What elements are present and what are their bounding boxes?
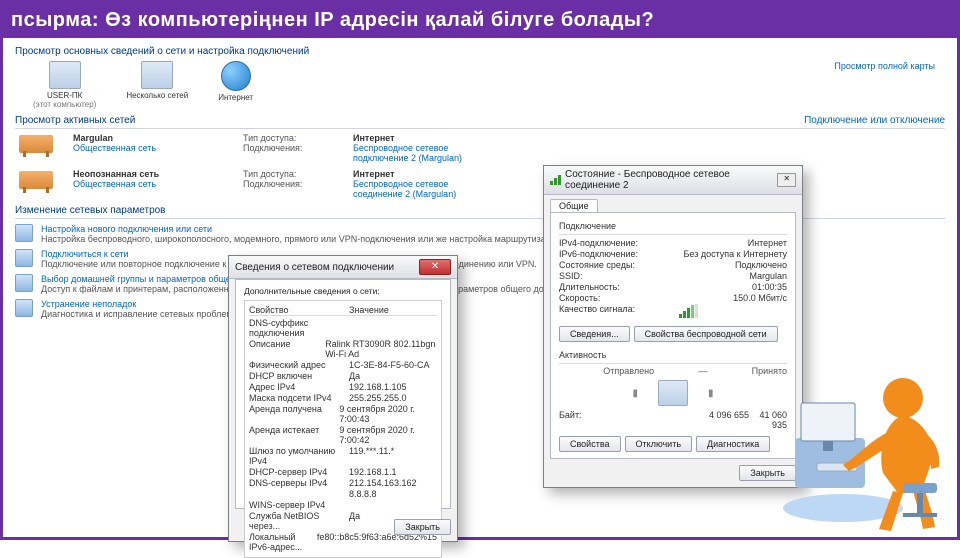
troubleshoot-icon [15, 299, 33, 317]
page-title: Просмотр основных сведений о сети и наст… [15, 46, 945, 57]
map-router: Несколько сетей [126, 61, 188, 100]
details-title: Сведения о сетевом подключении [235, 262, 394, 273]
status-row: IPv6-подключение:Без доступа к Интернету [559, 249, 787, 259]
close-button[interactable]: ✕ [419, 259, 451, 275]
network-center-window: Просмотр основных сведений о сети и наст… [3, 38, 957, 327]
connection-link-1[interactable]: Беспроводное сетевое подключение 2 (Marg… [353, 143, 462, 163]
details-row: Маска подсети IPv4255.255.255.0 [249, 393, 437, 403]
activity-icon [658, 380, 688, 406]
details-row: DNS-суффикс подключения [249, 318, 437, 338]
arrow-recv-icon: ▮ [708, 388, 714, 399]
map-internet: Интернет [218, 61, 253, 102]
status-row: IPv4-подключение:Интернет [559, 238, 787, 248]
details-row: ОписаниеRalink RT3090R 802.11bgn Wi-Fi A… [249, 339, 437, 359]
status-row: Скорость:150.0 Мбит/с [559, 293, 787, 303]
homegroup-icon [15, 274, 33, 292]
details-subtitle: Дополнительные сведения о сети: [244, 286, 442, 296]
router-icon [141, 61, 173, 89]
details-row: DNS-серверы IPv4212.154.163.162 [249, 478, 437, 488]
network-details-dialog: Сведения о сетевом подключении ✕ Дополни… [228, 255, 458, 542]
details-row: Физический адрес1C-3E-84-F5-60-CA [249, 360, 437, 370]
task-title: псырма: Өз компьютеріңнен IP адресін қал… [3, 3, 957, 38]
connection-status-dialog: Состояние - Беспроводное сетевое соедине… [543, 165, 803, 488]
map-this-pc: USER-ПК (этот компьютер) [33, 61, 96, 109]
status-row: Состояние среды:Подключено [559, 260, 787, 270]
bench-icon [19, 171, 53, 189]
details-row: Локальный IPv6-адрес...fe80::b8c5:9f63:a… [249, 532, 437, 552]
opt-new-connection[interactable]: Настройка нового подключения или сетиНас… [15, 224, 945, 244]
signal-icon [550, 175, 561, 185]
network-row-1: Margulan Общественная сеть Тип доступа: … [19, 133, 945, 163]
network-row-2: Неопознанная сеть Общественная сеть Тип … [19, 169, 945, 199]
pc-icon [49, 61, 81, 89]
bench-icon [19, 135, 53, 153]
status-group-activity: Активность [559, 350, 787, 360]
signal-bars [679, 304, 698, 318]
details-row: Адрес IPv4192.168.1.105 [249, 382, 437, 392]
status-row: SSID:Margulan [559, 271, 787, 281]
opt-connect-network[interactable]: Подключиться к сетиПодключение или повто… [15, 249, 945, 269]
details-row: DHCP включенДа [249, 371, 437, 381]
details-row: WINS-сервер IPv4 [249, 500, 437, 510]
diagnose-button[interactable]: Диагностика [696, 436, 770, 452]
connection-link-2[interactable]: Беспроводное сетевое соединение 2 (Margu… [353, 179, 456, 199]
arrow-sent-icon: ▮ [632, 388, 638, 399]
view-full-map-link[interactable]: Просмотр полной карты [834, 61, 935, 71]
status-title: Состояние - Беспроводное сетевое соедине… [565, 169, 777, 191]
close-icon[interactable]: ✕ [777, 173, 796, 187]
options-title: Изменение сетевых параметров [15, 205, 945, 219]
disable-button[interactable]: Отключить [625, 436, 693, 452]
status-row: Длительность:01:00:35 [559, 282, 787, 292]
connect-icon [15, 249, 33, 267]
details-row: Аренда истекает9 сентября 2020 г. 7:00:4… [249, 425, 437, 445]
details-row: Аренда получена9 сентября 2020 г. 7:00:4… [249, 404, 437, 424]
wireless-props-button[interactable]: Свойства беспроводной сети [634, 326, 778, 342]
connect-link[interactable]: Подключение или отключение [804, 115, 945, 126]
active-nets-label: Просмотр активных сетей [15, 115, 135, 126]
properties-button[interactable]: Свойства [559, 436, 621, 452]
tab-general[interactable]: Общие [550, 199, 598, 212]
opt-troubleshoot[interactable]: Устранение неполадокДиагностика и исправ… [15, 299, 945, 319]
status-group-connection: Подключение [559, 221, 787, 231]
new-connection-icon [15, 224, 33, 242]
opt-homegroup[interactable]: Выбор домашней группы и параметров общег… [15, 274, 945, 294]
details-close-button[interactable]: Закрыть [394, 519, 451, 535]
globe-icon [221, 61, 251, 91]
person-at-computer-figure [783, 343, 953, 533]
details-row: Шлюз по умолчанию IPv4119.***.11.* [249, 446, 437, 466]
details-row: 8.8.8.8 [249, 489, 437, 499]
details-button[interactable]: Сведения... [559, 326, 630, 342]
details-row: DHCP-сервер IPv4192.168.1.1 [249, 467, 437, 477]
